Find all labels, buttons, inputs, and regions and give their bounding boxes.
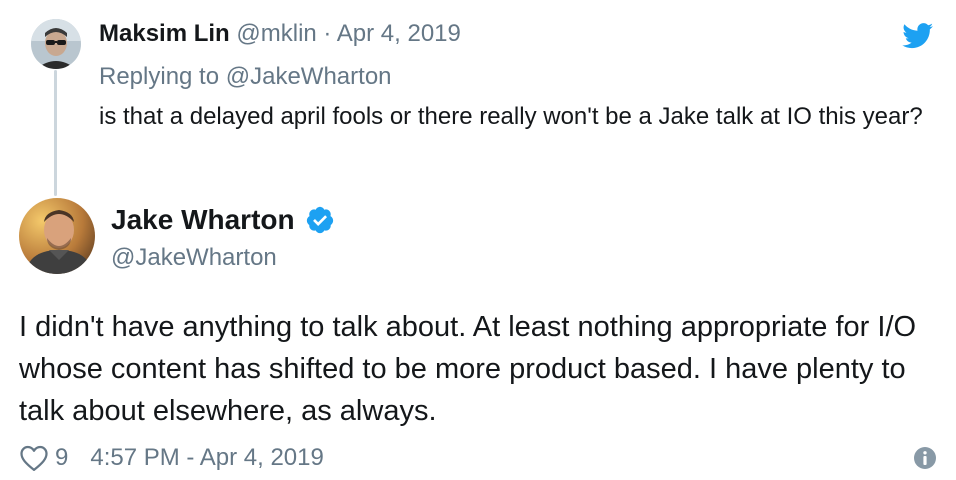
tweet-footer: 9 4:57 PM - Apr 4, 2019 [19, 440, 939, 476]
thread-connector-line [54, 70, 57, 196]
avatar-image [19, 198, 95, 274]
reply-date[interactable]: Apr 4, 2019 [337, 20, 461, 47]
replying-to-handle[interactable]: @JakeWharton [226, 63, 392, 90]
reply-separator: · [316, 20, 337, 47]
main-author-name[interactable]: Jake Wharton [111, 204, 295, 236]
like-count: 9 [55, 444, 69, 471]
reply-tweet-text: is that a delayed april fools or there r… [99, 103, 923, 130]
main-author-avatar[interactable] [19, 198, 95, 274]
main-tweet-text: I didn't have anything to talk about. At… [19, 311, 917, 427]
replying-to-prefix: Replying to [99, 63, 226, 90]
reply-author-handle[interactable]: @mklin [236, 20, 316, 47]
twitter-bird-icon[interactable] [902, 23, 934, 49]
heart-icon[interactable] [19, 444, 49, 472]
avatar-image [31, 19, 81, 69]
verified-badge-icon [306, 206, 333, 234]
tweet-timestamp[interactable]: 4:57 PM - Apr 4, 2019 [90, 444, 323, 472]
main-author-handle[interactable]: @JakeWharton [111, 244, 277, 272]
main-author-name-row: Jake Wharton [111, 201, 335, 239]
info-icon[interactable] [913, 446, 937, 470]
reply-author-name[interactable]: Maksim Lin [99, 20, 230, 47]
reply-author-avatar[interactable] [31, 19, 81, 69]
reply-tweet-header: Maksim Lin @mklin · Apr 4, 2019 [99, 20, 461, 48]
replying-to-line: Replying to @JakeWharton [99, 63, 392, 91]
